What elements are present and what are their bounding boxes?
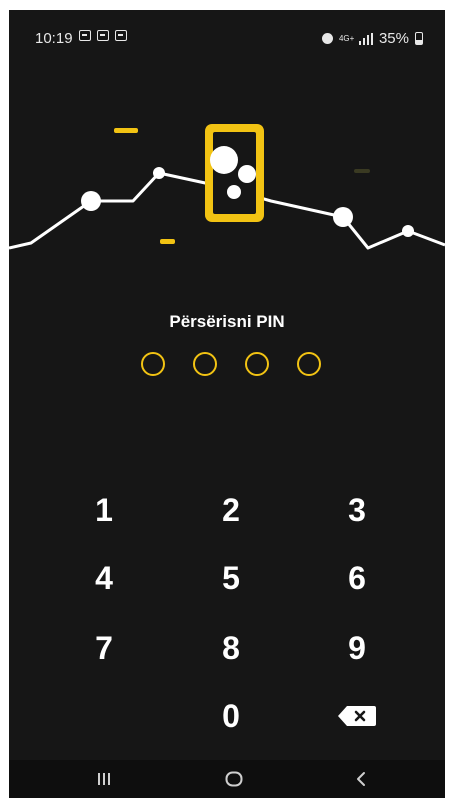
- status-indicators: 4G+ 35%: [321, 30, 423, 47]
- key-8[interactable]: 8: [181, 618, 281, 678]
- key-5[interactable]: 5: [181, 548, 281, 608]
- pin-dot: [141, 352, 165, 376]
- message-notification-icon: [79, 30, 91, 41]
- phone-icon-bubble-small: [227, 185, 241, 199]
- key-0[interactable]: 0: [181, 686, 281, 746]
- network-type: 4G+: [338, 34, 355, 43]
- home-icon: [225, 771, 243, 787]
- back-button[interactable]: [321, 760, 401, 798]
- calendar-notification-icon: [115, 30, 127, 41]
- phone-screen: 10:19 4G+ 35% Përsërisni PIN 1 2 3 4 5 6…: [9, 10, 445, 798]
- pin-title: Përsërisni PIN: [169, 312, 285, 331]
- line-node-large-right: [333, 207, 353, 227]
- key-3[interactable]: 3: [307, 480, 407, 540]
- home-button[interactable]: [194, 760, 274, 798]
- notification-icons: [79, 30, 127, 41]
- back-icon: [357, 772, 365, 786]
- system-navigation-bar: [9, 760, 445, 798]
- pin-indicators: [141, 352, 321, 376]
- backspace-icon: [338, 706, 376, 726]
- key-1[interactable]: 1: [54, 480, 154, 540]
- alarm-icon: [321, 33, 333, 44]
- signal-icon: [358, 32, 373, 45]
- gallery-notification-icon: [97, 30, 109, 41]
- status-bar: 10:19 4G+ 35%: [9, 10, 445, 58]
- battery-percent: 35%: [378, 30, 409, 47]
- key-2[interactable]: 2: [181, 480, 281, 540]
- pin-illustration: [9, 124, 445, 250]
- backspace-button[interactable]: [307, 686, 407, 746]
- recent-apps-button[interactable]: [64, 760, 144, 798]
- pin-dot: [245, 352, 269, 376]
- key-6[interactable]: 6: [307, 548, 407, 608]
- key-9[interactable]: 9: [307, 618, 407, 678]
- recent-apps-icon: [98, 773, 110, 785]
- yellow-dash-top: [114, 128, 138, 133]
- pin-dot: [193, 352, 217, 376]
- battery-icon: [415, 32, 423, 45]
- key-4[interactable]: 4: [54, 548, 154, 608]
- line-node-small-right: [402, 225, 414, 237]
- line-node-large-left: [81, 191, 101, 211]
- dim-dash-right: [354, 169, 370, 173]
- phone-icon-bubble-medium: [238, 165, 256, 183]
- yellow-dash-bottom: [160, 239, 175, 244]
- status-time: 10:19: [35, 30, 73, 47]
- phone-icon-bubble-large: [210, 146, 238, 174]
- line-node-small-left: [153, 167, 165, 179]
- key-7[interactable]: 7: [54, 618, 154, 678]
- pin-dot: [297, 352, 321, 376]
